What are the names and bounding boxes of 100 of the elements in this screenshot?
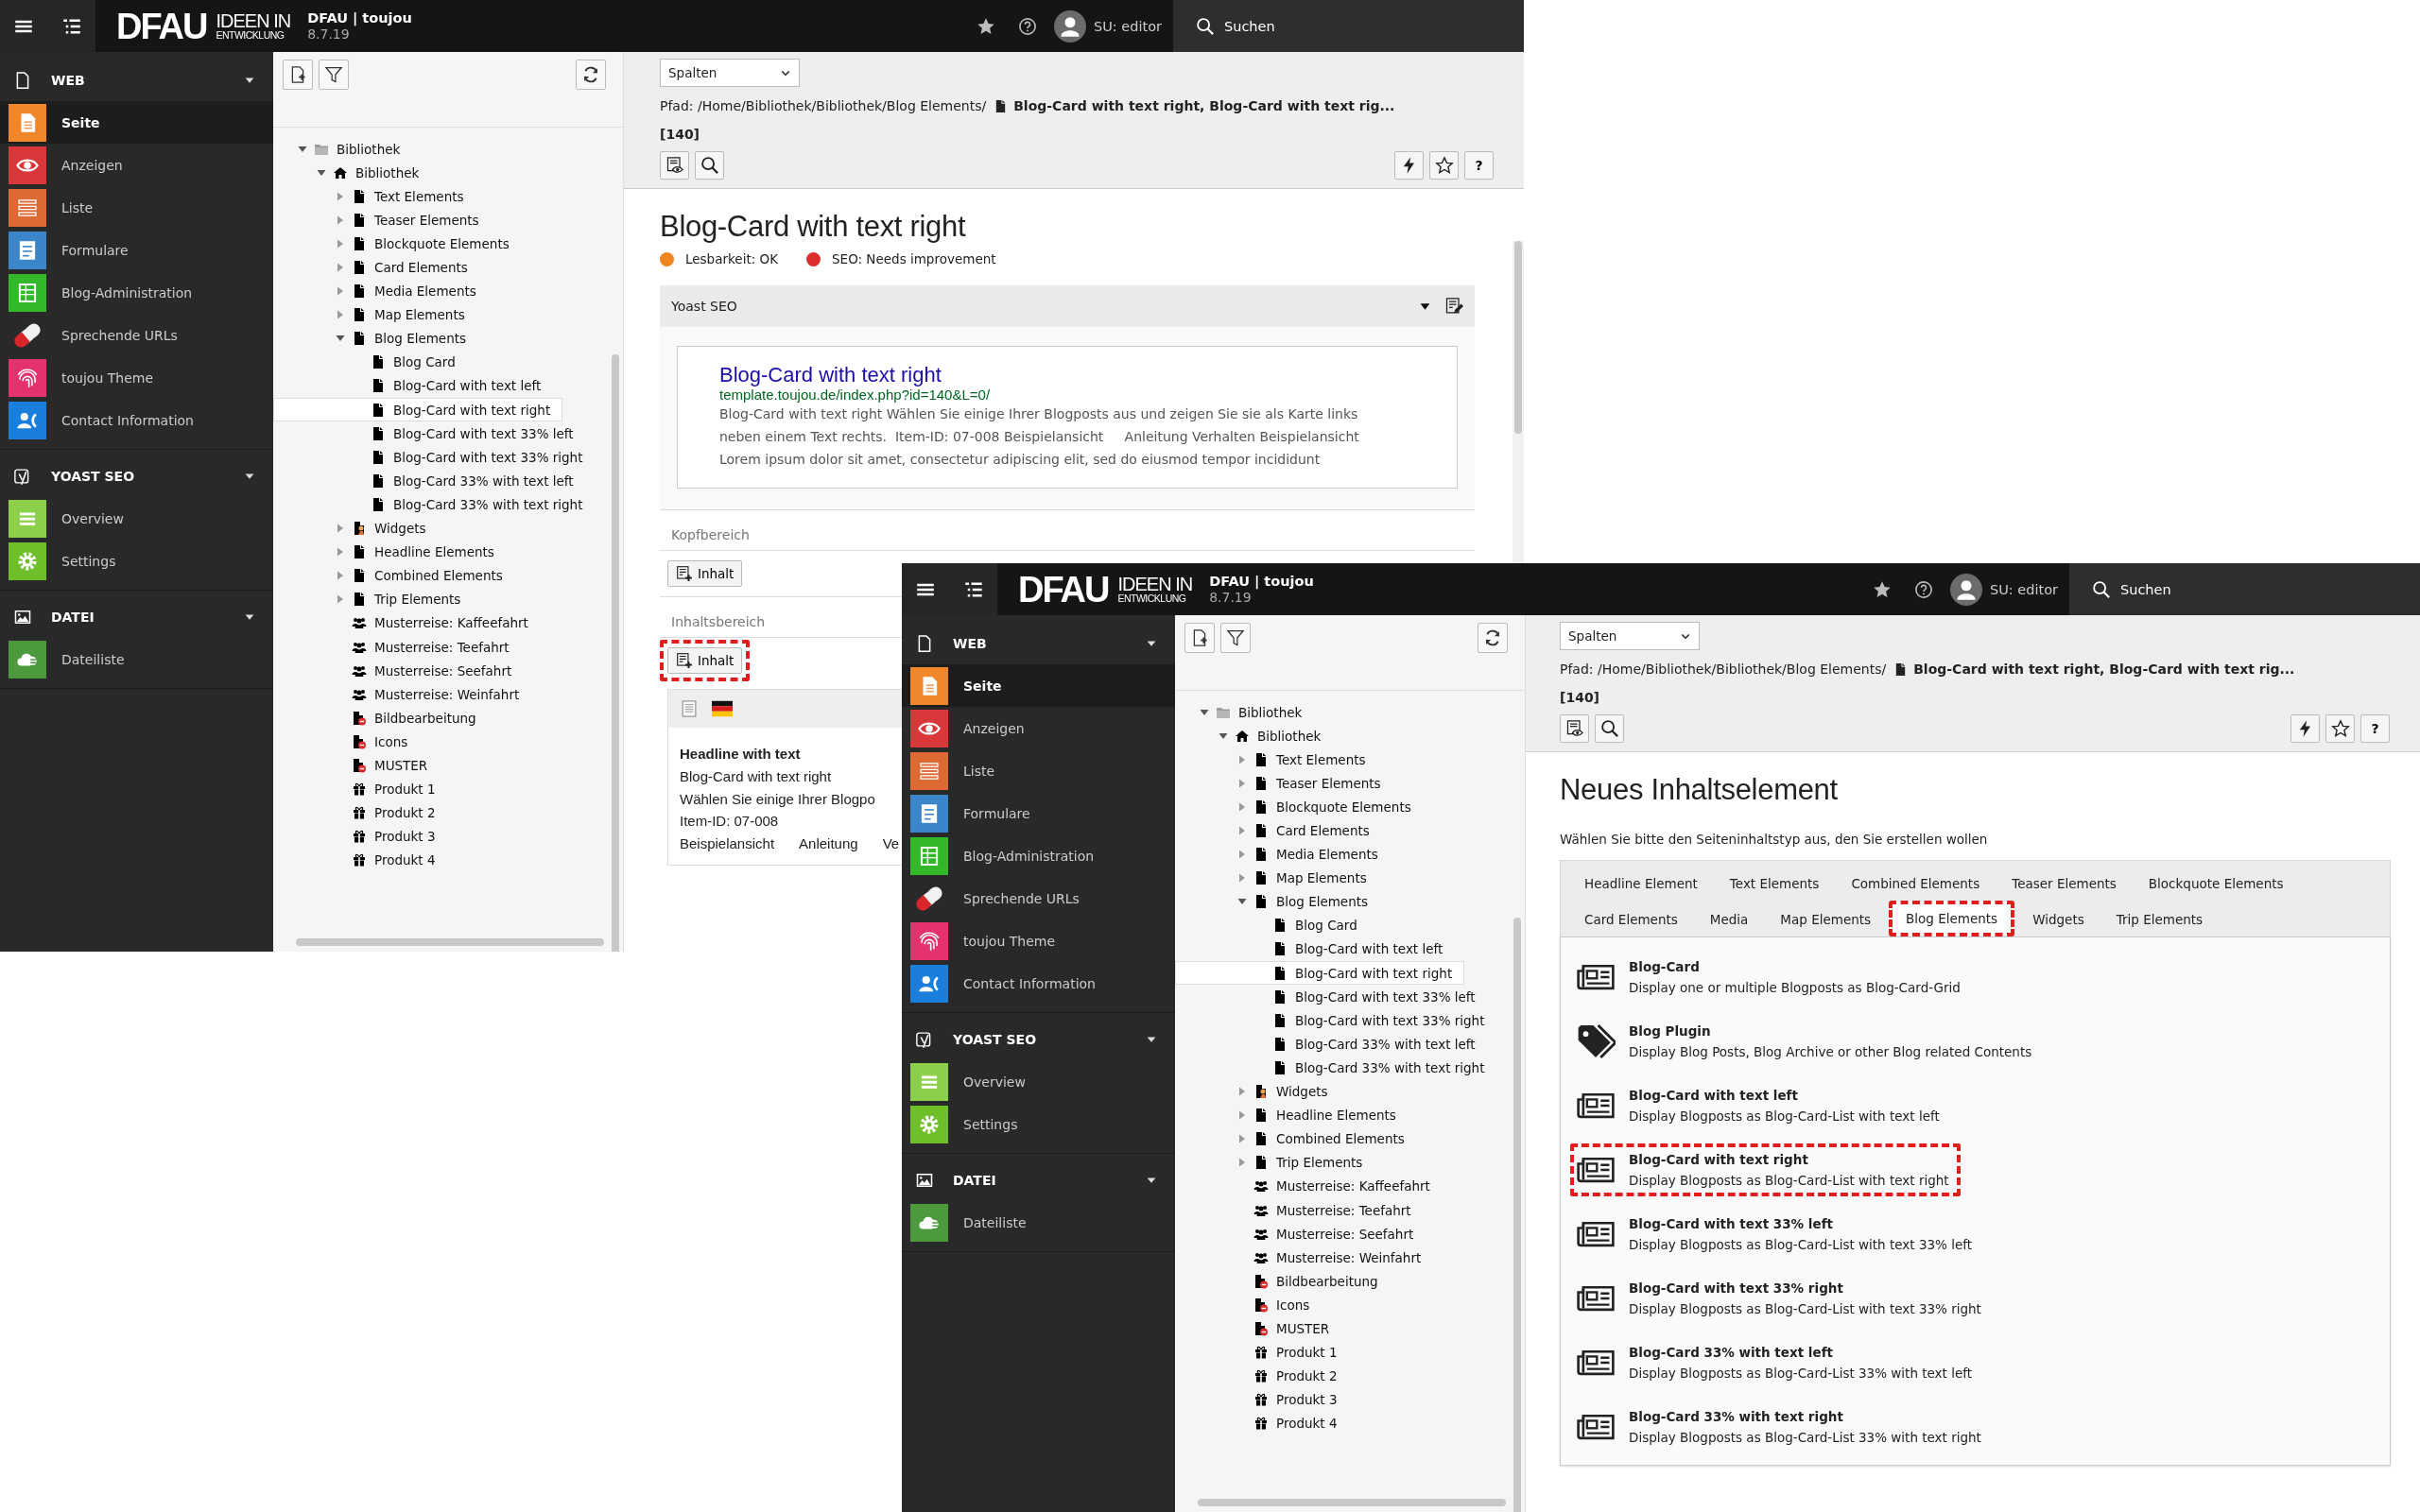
element-link[interactable]: Beispielansicht	[680, 833, 775, 855]
tree-item[interactable]: Produkt 2	[273, 800, 448, 825]
user-menu[interactable]: SU: editor	[1054, 9, 1162, 43]
tree-item[interactable]: MUSTER	[1175, 1316, 1342, 1341]
new-content-button[interactable]: Inhalt	[667, 560, 743, 588]
element-option[interactable]: Blog Plugin Display Blog Posts, Blog Archive or other Blog related Contents	[1570, 1015, 2044, 1068]
tree-item[interactable]: Blog-Card with text 33% left	[1175, 985, 1488, 1009]
category-tab[interactable]: Trip Elements	[2101, 901, 2218, 936]
tree-item[interactable]: Blog-Card 33% with text right	[1175, 1056, 1497, 1080]
tree-item[interactable]: Map Elements	[1175, 866, 1379, 890]
tree-item[interactable]: Combined Elements	[1175, 1126, 1417, 1151]
scrollbar-thumb[interactable]	[612, 354, 619, 952]
element-option[interactable]: Blog-Card with text left Display Blogposts as Blog-Card-List with text left	[1570, 1079, 1951, 1132]
search-field[interactable]: Suchen	[2069, 563, 2420, 615]
module-item[interactable]: Liste	[0, 186, 273, 229]
clear-cache-button[interactable]	[1394, 151, 1424, 180]
module-item[interactable]: Liste	[902, 749, 1175, 792]
tree-item[interactable]: Media Elements	[1175, 842, 1391, 867]
module-item[interactable]: Settings	[0, 540, 273, 582]
module-item[interactable]: Blog-Administration	[902, 834, 1175, 877]
view-page-button[interactable]	[1560, 714, 1589, 743]
help-button[interactable]: ?	[1464, 151, 1494, 180]
tree-item[interactable]: Musterreise: Teefahrt	[1175, 1197, 1424, 1223]
tree-item[interactable]: Musterreise: Kaffeefahrt	[273, 610, 541, 635]
module-item[interactable]: Overview	[902, 1060, 1175, 1103]
tree-item[interactable]: Media Elements	[273, 279, 489, 303]
tree-item[interactable]: Blog-Card with text left	[1175, 936, 1456, 962]
category-tab[interactable]: Media	[1695, 901, 1763, 936]
new-page-button[interactable]	[1184, 623, 1215, 653]
tree-item[interactable]: Card Elements	[1175, 818, 1382, 843]
tree-item[interactable]: Blog-Card with text right	[1175, 961, 1465, 986]
tree-item[interactable]: Produkt 4	[1175, 1411, 1350, 1435]
tree-item[interactable]: Text Elements	[1175, 747, 1378, 772]
category-tab[interactable]: Headline Element	[1570, 865, 1712, 901]
tree-item[interactable]: Produkt 4	[273, 848, 448, 872]
clear-cache-button[interactable]	[2290, 714, 2320, 743]
tree-item[interactable]: Bildbearbeitung	[1175, 1269, 1391, 1294]
scrollbar-thumb[interactable]	[296, 938, 604, 946]
tree-item[interactable]: Blog-Card with text 33% left	[273, 421, 586, 446]
tree-item[interactable]: Bibliothek	[273, 137, 413, 162]
help-icon[interactable]	[1018, 16, 1037, 36]
scrollbar-thumb[interactable]	[1514, 241, 1522, 434]
element-option[interactable]: Blog-Card with text 33% right Display Blogposts as Blog-Card-List with text 33% right	[1570, 1272, 1993, 1325]
category-tab[interactable]: Map Elements	[1766, 901, 1886, 936]
tree-item[interactable]: Blog-Card with text left	[273, 373, 554, 399]
tree-item[interactable]: Produkt 2	[1175, 1364, 1350, 1388]
tree-item[interactable]: Blog-Card with text 33% right	[1175, 1008, 1497, 1033]
view-select[interactable]: Spalten	[1560, 622, 1700, 650]
filter-button[interactable]	[319, 60, 349, 90]
bookmark-star-icon[interactable]	[977, 16, 995, 36]
tree-item[interactable]: Musterreise: Kaffeefahrt	[1175, 1174, 1443, 1198]
module-item[interactable]: Dateiliste	[0, 638, 273, 680]
tree-item[interactable]: Musterreise: Teefahrt	[273, 634, 522, 660]
element-option[interactable]: Blog-Card 33% with text right Display Blogposts as Blog-Card-List 33% with text right	[1570, 1400, 1993, 1453]
tree-item[interactable]: Trip Elements	[1175, 1150, 1375, 1175]
module-item[interactable]: Sprechende URLs	[0, 314, 273, 356]
module-item[interactable]: Formulare	[0, 229, 273, 271]
tree-item[interactable]: Musterreise: Weinfahrt	[1175, 1246, 1434, 1270]
category-tab[interactable]: Text Elements	[1715, 865, 1834, 901]
tree-item[interactable]: MUSTER	[273, 753, 441, 778]
tree-item[interactable]: Text Elements	[273, 184, 476, 209]
new-page-button[interactable]	[283, 60, 313, 90]
refresh-button[interactable]	[576, 60, 606, 90]
tree-item[interactable]: Musterreise: Seefahrt	[1175, 1222, 1426, 1246]
tree-item[interactable]: Blog-Card 33% with text right	[273, 492, 596, 517]
tree-item[interactable]: Bildbearbeitung	[273, 706, 489, 730]
module-group-header[interactable]: YOAST SEO	[902, 1019, 1175, 1060]
tree-item[interactable]: Blockquote Elements	[273, 232, 522, 256]
category-tab[interactable]: Combined Elements	[1837, 865, 1995, 901]
element-link[interactable]: Anleitung	[799, 833, 858, 855]
bookmark-button[interactable]	[1429, 151, 1459, 180]
tree-item[interactable]: Musterreise: Seefahrt	[273, 659, 525, 683]
module-item[interactable]: Contact Information	[902, 962, 1175, 1005]
module-item[interactable]: Formulare	[902, 792, 1175, 834]
module-item[interactable]: Overview	[0, 497, 273, 540]
tree-item[interactable]: Map Elements	[273, 302, 477, 327]
edit-icon[interactable]	[1444, 297, 1463, 316]
new-content-button[interactable]: Inhalt	[667, 647, 743, 675]
tree-item[interactable]: Blog-Card 33% with text left	[1175, 1032, 1488, 1057]
user-menu[interactable]: SU: editor	[1950, 573, 2058, 606]
tree-item[interactable]: Produkt 1	[273, 777, 448, 801]
search-field[interactable]: Suchen	[1173, 0, 1524, 52]
module-item[interactable]: Seite	[0, 101, 273, 144]
tree-item[interactable]: Musterreise: Weinfahrt	[273, 682, 532, 707]
filter-button[interactable]	[1220, 623, 1251, 653]
tree-item[interactable]: Blog Card	[273, 350, 468, 374]
tree-item[interactable]: Combined Elements	[273, 563, 515, 588]
refresh-button[interactable]	[1478, 623, 1508, 653]
bookmark-star-icon[interactable]	[1873, 579, 1892, 599]
tree-item[interactable]: Teaser Elements	[1175, 771, 1393, 796]
tree-item[interactable]: Headline Elements	[273, 540, 507, 564]
tree-item[interactable]: Card Elements	[273, 255, 480, 280]
bookmark-button[interactable]	[2325, 714, 2355, 743]
tree-item[interactable]: Blog-Card 33% with text left	[273, 469, 586, 493]
tree-item[interactable]: Bibliothek	[273, 161, 432, 185]
category-tab[interactable]: Widgets	[2018, 901, 2099, 936]
search-button[interactable]	[695, 151, 724, 180]
module-group-header[interactable]: YOAST SEO	[0, 455, 273, 497]
module-item[interactable]: Settings	[902, 1103, 1175, 1145]
tree-item[interactable]: Teaser Elements	[273, 208, 492, 232]
